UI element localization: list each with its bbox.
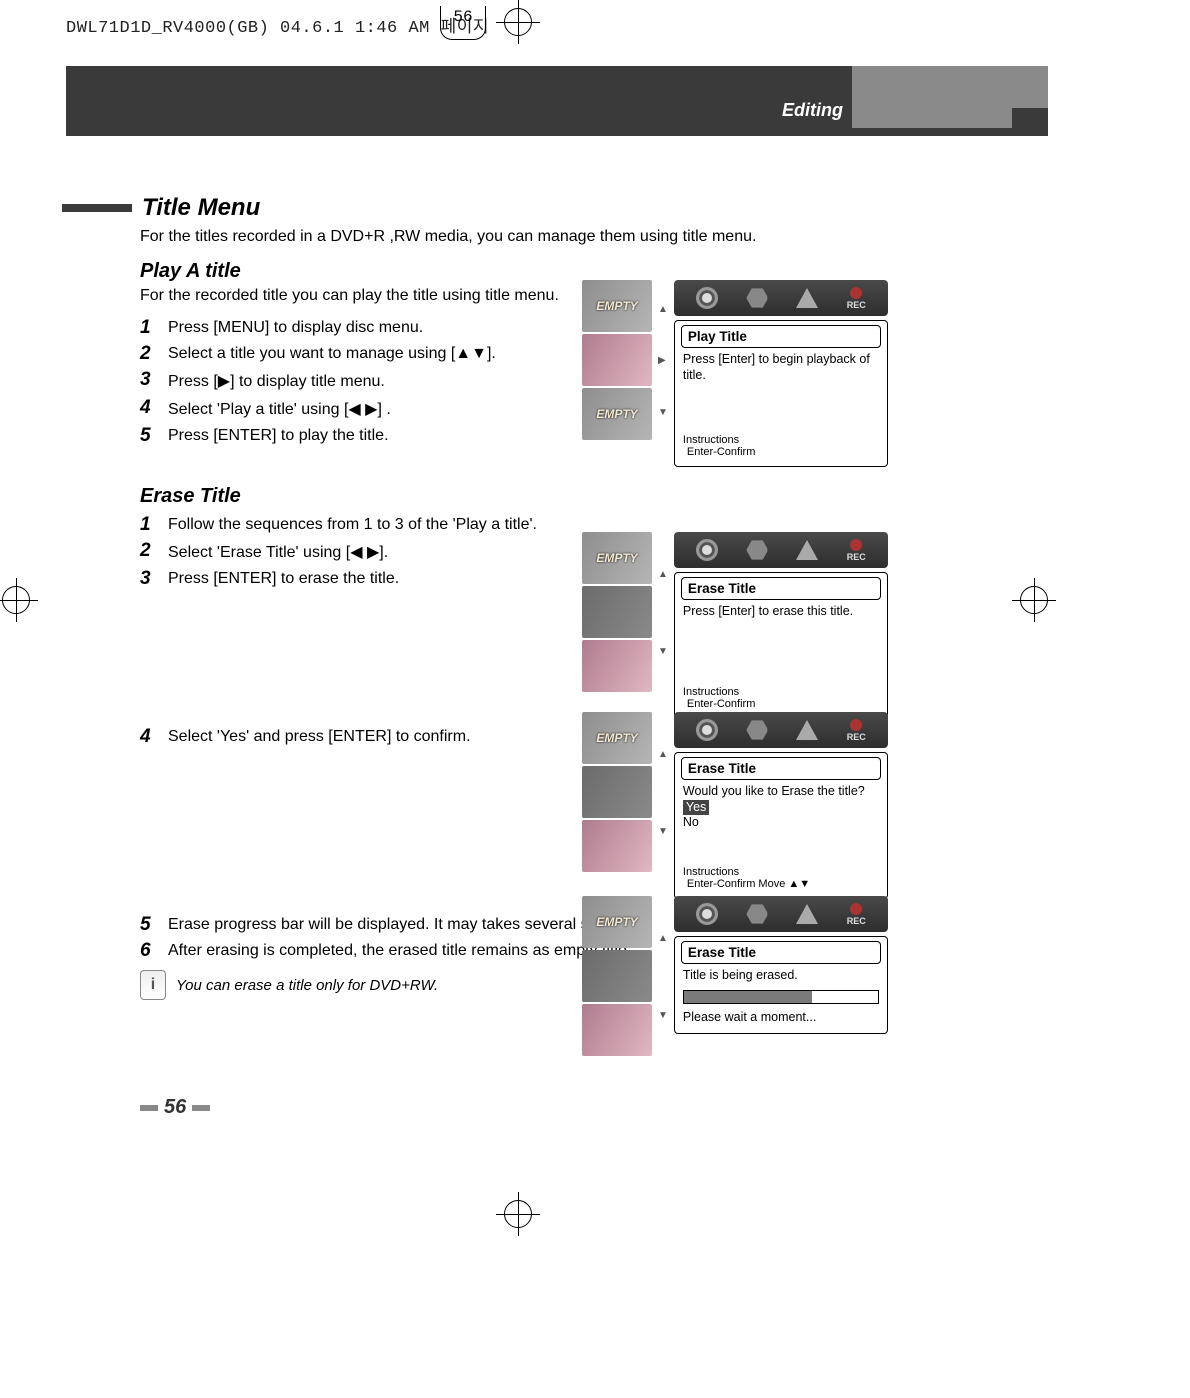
panel-erase-title: Erase Title Press [Enter] to erase this … bbox=[674, 572, 888, 719]
print-page-box: 56 bbox=[440, 6, 486, 40]
note-text: You can erase a title only for DVD+RW. bbox=[176, 977, 438, 994]
panel-title: Erase Title bbox=[681, 941, 881, 964]
thumb-selected bbox=[582, 586, 652, 638]
panel-erase-progress: Erase Title Title is being erased. Pleas… bbox=[674, 936, 888, 1034]
rec-icon: REC bbox=[847, 539, 866, 562]
panel-play-title: Play Title Press [Enter] to begin playba… bbox=[674, 320, 888, 467]
up-arrow-icon: ▲ bbox=[658, 304, 668, 315]
panel-toolbar: REC bbox=[674, 896, 888, 932]
down-arrow-icon: ▼ bbox=[658, 646, 668, 657]
thumb-empty: EMPTY bbox=[582, 712, 652, 764]
header-rule bbox=[66, 128, 1048, 136]
print-header: DWL71D1D_RV4000(GB) 04.6.1 1:46 AM 페이지 bbox=[66, 12, 489, 38]
arrow-column: ▲▼ bbox=[658, 712, 668, 874]
panel-foot: Instructions Enter-Confirm bbox=[683, 434, 879, 458]
panel-title: Erase Title bbox=[681, 757, 881, 780]
triangle-icon bbox=[796, 720, 818, 740]
panel-body: Title is being erased. Please wait a mom… bbox=[683, 968, 879, 1025]
hex-icon bbox=[746, 539, 768, 561]
progress-line2: Please wait a moment... bbox=[683, 1010, 879, 1026]
figure-play-title: EMPTY EMPTY ▲ ▶ ▼ REC Play Title Press [En… bbox=[582, 280, 982, 467]
hex-icon bbox=[746, 903, 768, 925]
title-menu-intro: For the titles recorded in a DVD+R ,RW m… bbox=[140, 228, 980, 246]
arrow-column: ▲▼ bbox=[658, 896, 668, 1058]
figure-erase-title-confirm: EMPTY ▲▼ REC Erase Title Would you like … bbox=[582, 712, 982, 899]
registration-mark-left bbox=[0, 578, 38, 622]
down-arrow-icon: ▼ bbox=[658, 1010, 668, 1021]
thumb-image bbox=[582, 1004, 652, 1056]
thumb-empty: EMPTY bbox=[582, 280, 652, 332]
info-icon: i bbox=[140, 970, 166, 1000]
panel-foot: Instructions Enter-Confirm Move ▲▼ bbox=[683, 866, 879, 890]
confirm-question: Would you like to Erase the title? bbox=[683, 784, 879, 800]
rec-icon: REC bbox=[847, 903, 866, 926]
down-arrow-icon: ▼ bbox=[658, 407, 668, 418]
hex-icon bbox=[746, 287, 768, 309]
registration-mark-right bbox=[1012, 578, 1056, 622]
rec-icon: REC bbox=[847, 287, 866, 310]
arrow-column: ▲ ▶ ▼ bbox=[658, 280, 668, 442]
section-label: Editing bbox=[782, 100, 843, 121]
progress-bar bbox=[683, 990, 879, 1004]
panel-toolbar: REC bbox=[674, 712, 888, 748]
thumb-empty: EMPTY bbox=[582, 388, 652, 440]
thumb-selected bbox=[582, 950, 652, 1002]
panel-body: Would you like to Erase the title? Yes N… bbox=[683, 784, 879, 862]
registration-mark-bottom bbox=[496, 1192, 540, 1236]
registration-mark-top bbox=[496, 0, 540, 44]
figure-erase-title-progress: EMPTY ▲▼ REC Erase Title Title is being … bbox=[582, 896, 982, 1058]
thumb-empty: EMPTY bbox=[582, 896, 652, 948]
heading-erase-title: Erase Title bbox=[140, 485, 980, 508]
disc-icon bbox=[696, 539, 718, 561]
triangle-icon bbox=[796, 288, 818, 308]
figure-erase-title-1: EMPTY ▲▼ REC Erase Title Press [Enter] t… bbox=[582, 532, 982, 719]
panel-toolbar: REC bbox=[674, 280, 888, 316]
disc-icon bbox=[696, 903, 718, 925]
panel-title: Play Title bbox=[681, 325, 881, 348]
up-arrow-icon: ▲ bbox=[658, 933, 668, 944]
thumb-image bbox=[582, 640, 652, 692]
triangle-icon bbox=[796, 904, 818, 924]
panel-toolbar: REC bbox=[674, 532, 888, 568]
option-yes[interactable]: Yes bbox=[683, 800, 709, 816]
panel-body: Press [Enter] to begin playback of title… bbox=[683, 352, 879, 430]
progress-line1: Title is being erased. bbox=[683, 968, 879, 984]
thumb-selected bbox=[582, 334, 652, 386]
disc-icon bbox=[696, 719, 718, 741]
thumb-image bbox=[582, 820, 652, 872]
panel-title: Erase Title bbox=[681, 577, 881, 600]
right-arrow-icon: ▶ bbox=[658, 355, 668, 366]
hex-icon bbox=[746, 719, 768, 741]
rec-icon: REC bbox=[847, 719, 866, 742]
disc-icon bbox=[696, 287, 718, 309]
panel-body: Press [Enter] to erase this title. bbox=[683, 604, 879, 682]
thumb-empty: EMPTY bbox=[582, 532, 652, 584]
page-number: 56 bbox=[134, 1096, 216, 1119]
panel-foot: Instructions Enter-Confirm bbox=[683, 686, 879, 710]
thumb-selected bbox=[582, 766, 652, 818]
title-dash bbox=[62, 204, 132, 212]
heading-title-menu: Title Menu bbox=[142, 194, 260, 222]
up-arrow-icon: ▲ bbox=[658, 569, 668, 580]
panel-erase-confirm: Erase Title Would you like to Erase the … bbox=[674, 752, 888, 899]
option-no[interactable]: No bbox=[683, 815, 699, 829]
up-arrow-icon: ▲ bbox=[658, 749, 668, 760]
down-arrow-icon: ▼ bbox=[658, 826, 668, 837]
triangle-icon bbox=[796, 540, 818, 560]
arrow-column: ▲▼ bbox=[658, 532, 668, 694]
